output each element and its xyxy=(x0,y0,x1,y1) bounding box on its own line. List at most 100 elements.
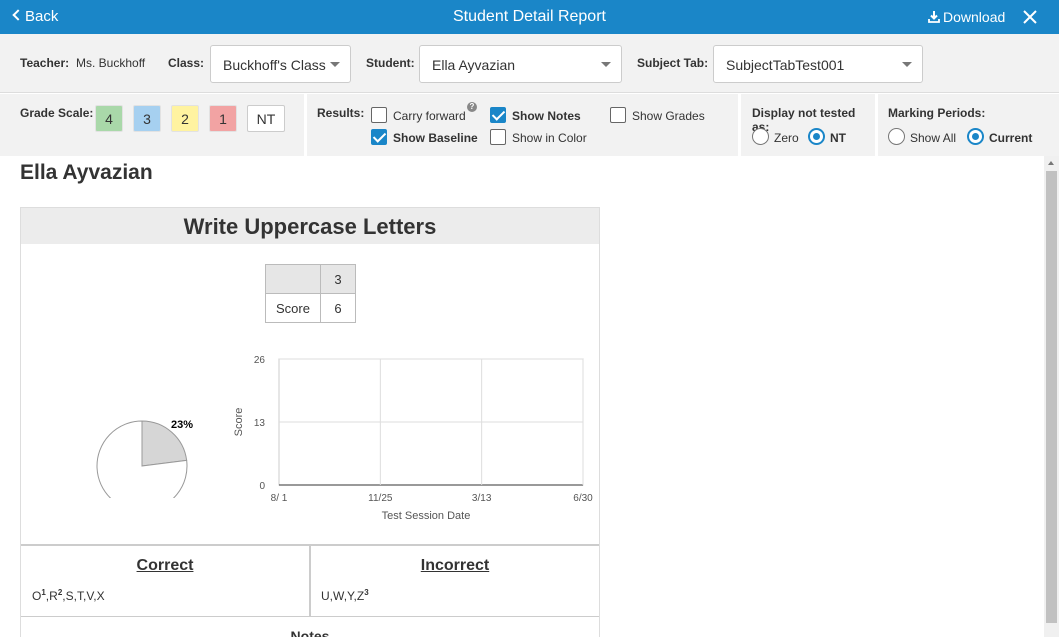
class-label: Class: xyxy=(168,56,205,70)
radio-show-all-label: Show All xyxy=(910,131,957,145)
notes-title: Notes xyxy=(290,628,330,637)
checkbox-box xyxy=(490,129,506,145)
grade-scale-2[interactable]: 2 xyxy=(171,105,199,132)
correct-letters: O1,R2,S,T,V,X xyxy=(32,588,105,603)
results-panel: Results: Carry forward ? Show Notes Show… xyxy=(307,94,738,156)
chevron-left-icon xyxy=(12,9,24,21)
class-select[interactable]: Buckhoff's Class xyxy=(210,45,351,83)
marking-periods-label: Marking Periods: xyxy=(888,106,986,120)
student-label: Student: xyxy=(366,56,415,70)
y-tick-label: 26 xyxy=(254,355,266,366)
divider xyxy=(309,544,311,616)
score-table: 3 Score 6 xyxy=(265,264,356,323)
checkbox-box xyxy=(490,107,506,123)
page-title: Student Detail Report xyxy=(453,8,606,25)
student-name-heading: Ella Ayvazian xyxy=(20,161,153,184)
line-chart: 0 13 26 8/ 1 11/25 3/13 6/30 Test Session Date S… xyxy=(233,355,593,522)
radio-zero-label: Zero xyxy=(774,131,799,145)
radio-dot xyxy=(888,128,905,145)
marking-periods-panel: Marking Periods: Show All Current xyxy=(878,94,1059,156)
results-label: Results: xyxy=(317,106,365,120)
table-cell xyxy=(265,264,321,294)
show-notes-label: Show Notes xyxy=(512,109,581,123)
filter-bar: Teacher: Ms. Buckhoff Class: Buckhoff's … xyxy=(0,34,1059,93)
radio-current-label: Current xyxy=(989,131,1033,145)
letter-item: T xyxy=(76,589,83,603)
download-button[interactable]: Download xyxy=(928,9,1005,25)
grade-scale-label: Grade Scale: xyxy=(20,106,94,120)
chevron-down-icon xyxy=(902,62,912,67)
correct-title: Correct xyxy=(136,557,194,574)
letter-item: V xyxy=(86,589,94,603)
checkbox-box xyxy=(371,129,387,145)
report-content: Ella Ayvazian Write Uppercase Letters 3 … xyxy=(0,156,1044,637)
help-icon[interactable]: ? xyxy=(467,102,477,112)
radio-dot xyxy=(752,128,769,145)
letter-superscript: 2 xyxy=(57,588,63,597)
letter-superscript: 3 xyxy=(364,588,369,597)
y-axis-title: Score xyxy=(233,408,245,437)
class-select-value: Buckhoff's Class xyxy=(223,57,326,73)
chevron-down-icon xyxy=(330,62,340,67)
scrollbar-thumb[interactable] xyxy=(1046,171,1057,623)
table-cell: 6 xyxy=(320,293,356,323)
radio-dot xyxy=(808,128,825,145)
letter-superscript: 1 xyxy=(41,588,46,597)
grade-scale-4[interactable]: 4 xyxy=(95,105,123,132)
top-bar: Back Student Detail Report Download xyxy=(0,0,1059,34)
standard-card: Write Uppercase Letters 3 Score 6 23%77%… xyxy=(20,207,600,637)
x-tick-label: 3/13 xyxy=(472,493,492,504)
divider xyxy=(21,616,599,617)
close-button[interactable] xyxy=(1023,6,1037,28)
letter-item: O xyxy=(32,589,42,603)
vertical-scrollbar[interactable] xyxy=(1044,156,1059,637)
grade-scale-panel: Grade Scale: 4 3 2 1 NT xyxy=(0,94,304,156)
pie-chart: 23%77% xyxy=(96,419,193,498)
subject-tab-label: Subject Tab: xyxy=(637,56,709,70)
grade-scale-nt[interactable]: NT xyxy=(247,105,285,132)
close-icon xyxy=(1023,10,1037,24)
table-row-label: Score xyxy=(265,293,321,323)
student-select[interactable]: Ella Ayvazian xyxy=(419,45,622,83)
display-not-tested-panel: Display not tested as: Zero NT xyxy=(741,94,875,156)
chevron-down-icon xyxy=(601,62,611,67)
checkbox-box xyxy=(610,107,626,123)
letter-item: W xyxy=(333,589,344,603)
y-tick-label: 0 xyxy=(259,481,265,492)
options-bar: Grade Scale: 4 3 2 1 NT Results: Carry forwa… xyxy=(0,94,1059,156)
table-header-cell: 3 xyxy=(320,264,356,294)
y-tick-label: 13 xyxy=(254,418,266,429)
incorrect-letters: U,W,Y,Z3 xyxy=(321,588,369,603)
table-row: 3 xyxy=(265,264,356,294)
card-title: Write Uppercase Letters xyxy=(21,208,599,244)
letter-item: Y xyxy=(347,589,354,603)
grade-scale-3[interactable]: 3 xyxy=(133,105,161,132)
letter-item: R xyxy=(49,589,58,603)
back-button[interactable]: Back xyxy=(12,8,59,25)
subject-tab-select-value: SubjectTabTest001 xyxy=(726,57,845,73)
checkbox-box xyxy=(371,107,387,123)
x-tick-label: 8/ 1 xyxy=(271,493,288,504)
download-icon xyxy=(928,11,940,23)
show-grades-label: Show Grades xyxy=(632,109,705,123)
student-select-value: Ella Ayvazian xyxy=(432,57,516,73)
x-tick-label: 11/25 xyxy=(368,493,393,504)
letter-item: U xyxy=(321,589,330,603)
show-in-color-label: Show in Color xyxy=(512,131,587,145)
scroll-up-icon[interactable] xyxy=(1048,161,1054,165)
pie-label: 23% xyxy=(171,419,193,431)
teacher-value: Ms. Buckhoff xyxy=(76,56,146,70)
letter-item: X xyxy=(96,589,105,603)
back-label: Back xyxy=(25,8,59,25)
radio-nt-label: NT xyxy=(830,131,846,145)
show-baseline-label: Show Baseline xyxy=(393,131,478,145)
teacher-label: Teacher: xyxy=(20,56,70,70)
subject-tab-select[interactable]: SubjectTabTest001 xyxy=(713,45,923,83)
grade-scale-1[interactable]: 1 xyxy=(209,105,237,132)
x-axis-title: Test Session Date xyxy=(382,510,471,522)
incorrect-title: Incorrect xyxy=(420,557,490,574)
carry-forward-label: Carry forward xyxy=(393,109,466,123)
download-label: Download xyxy=(943,9,1006,25)
x-tick-label: 6/30 xyxy=(573,493,593,504)
letter-item: S xyxy=(65,589,74,603)
